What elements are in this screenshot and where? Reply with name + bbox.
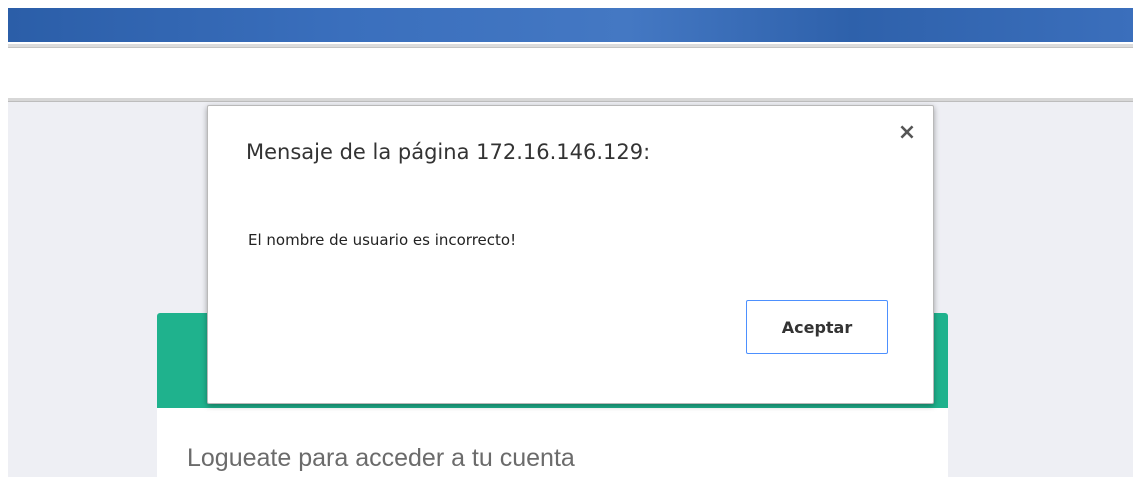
- browser-toolbar-area: [8, 48, 1133, 98]
- accept-button[interactable]: Aceptar: [746, 300, 888, 354]
- dialog-message: El nombre de usuario es incorrecto!: [248, 231, 517, 249]
- alert-dialog: Mensaje de la página 172.16.146.129: × E…: [207, 105, 934, 404]
- login-card-body: Logueate para acceder a tu cuenta: [157, 408, 948, 477]
- browser-viewport: Logueate para acceder a tu cuenta Mensaj…: [0, 0, 1133, 477]
- dialog-title: Mensaje de la página 172.16.146.129:: [246, 140, 651, 164]
- login-subtitle: Logueate para acceder a tu cuenta: [187, 444, 575, 472]
- browser-title-bar: [8, 8, 1133, 42]
- close-icon[interactable]: ×: [895, 120, 919, 145]
